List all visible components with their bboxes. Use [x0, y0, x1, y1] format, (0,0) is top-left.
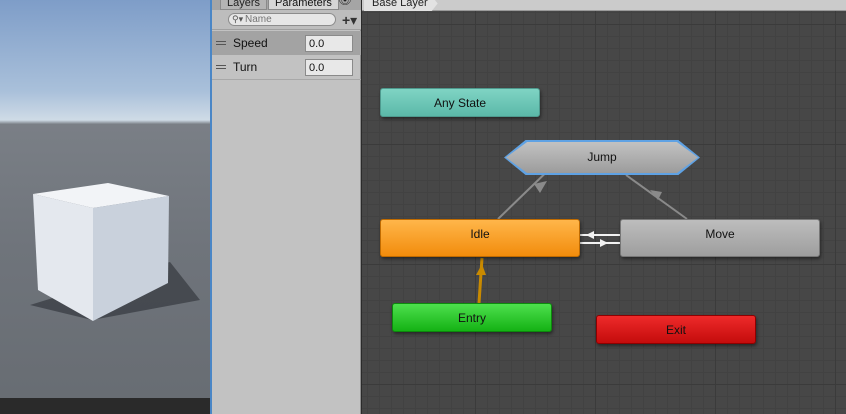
tab-parameters[interactable]: Parameters	[268, 0, 339, 10]
transition-entry-idle	[477, 257, 484, 304]
state-node-move[interactable]: Move	[620, 219, 820, 257]
state-node-jump-selected[interactable]: Jump	[504, 140, 700, 175]
scene-footer	[0, 398, 210, 414]
drag-handle-icon[interactable]	[216, 41, 226, 45]
state-node-idle[interactable]: Idle	[380, 219, 580, 257]
parameter-value-field[interactable]	[305, 35, 353, 52]
state-node-entry[interactable]: Entry	[392, 303, 552, 332]
transition-lines	[476, 157, 688, 304]
scene-cube	[30, 183, 200, 321]
parameter-row-speed[interactable]: Speed	[212, 31, 361, 55]
panel-tab-bar: Layers Parameters 👁	[212, 0, 361, 10]
tab-layers[interactable]: Layers	[220, 0, 268, 10]
add-parameter-icon[interactable]: +▾	[342, 12, 357, 28]
parameter-value-field[interactable]	[305, 59, 353, 76]
parameter-name: Speed	[233, 36, 268, 50]
parameters-separator	[212, 79, 361, 80]
parameter-search-row: ⚲▾ +▾	[212, 10, 361, 30]
parameter-name: Turn	[233, 60, 258, 74]
transition-arrow-icon	[586, 231, 594, 239]
state-node-any-state[interactable]: Any State	[380, 88, 540, 117]
eye-icon[interactable]: 👁	[338, 0, 352, 7]
state-node-jump[interactable]: Jump	[506, 142, 698, 173]
transition-arrow-icon	[600, 239, 608, 247]
parameter-search-input[interactable]	[228, 13, 336, 26]
state-node-exit[interactable]: Exit	[596, 315, 756, 344]
scene-view[interactable]	[0, 0, 210, 414]
parameter-row-turn[interactable]: Turn	[212, 55, 361, 79]
search-icon: ⚲▾	[232, 14, 244, 24]
parameters-panel: Layers Parameters 👁 ⚲▾ +▾ Speed Turn	[212, 0, 361, 414]
drag-handle-icon[interactable]	[216, 65, 226, 69]
